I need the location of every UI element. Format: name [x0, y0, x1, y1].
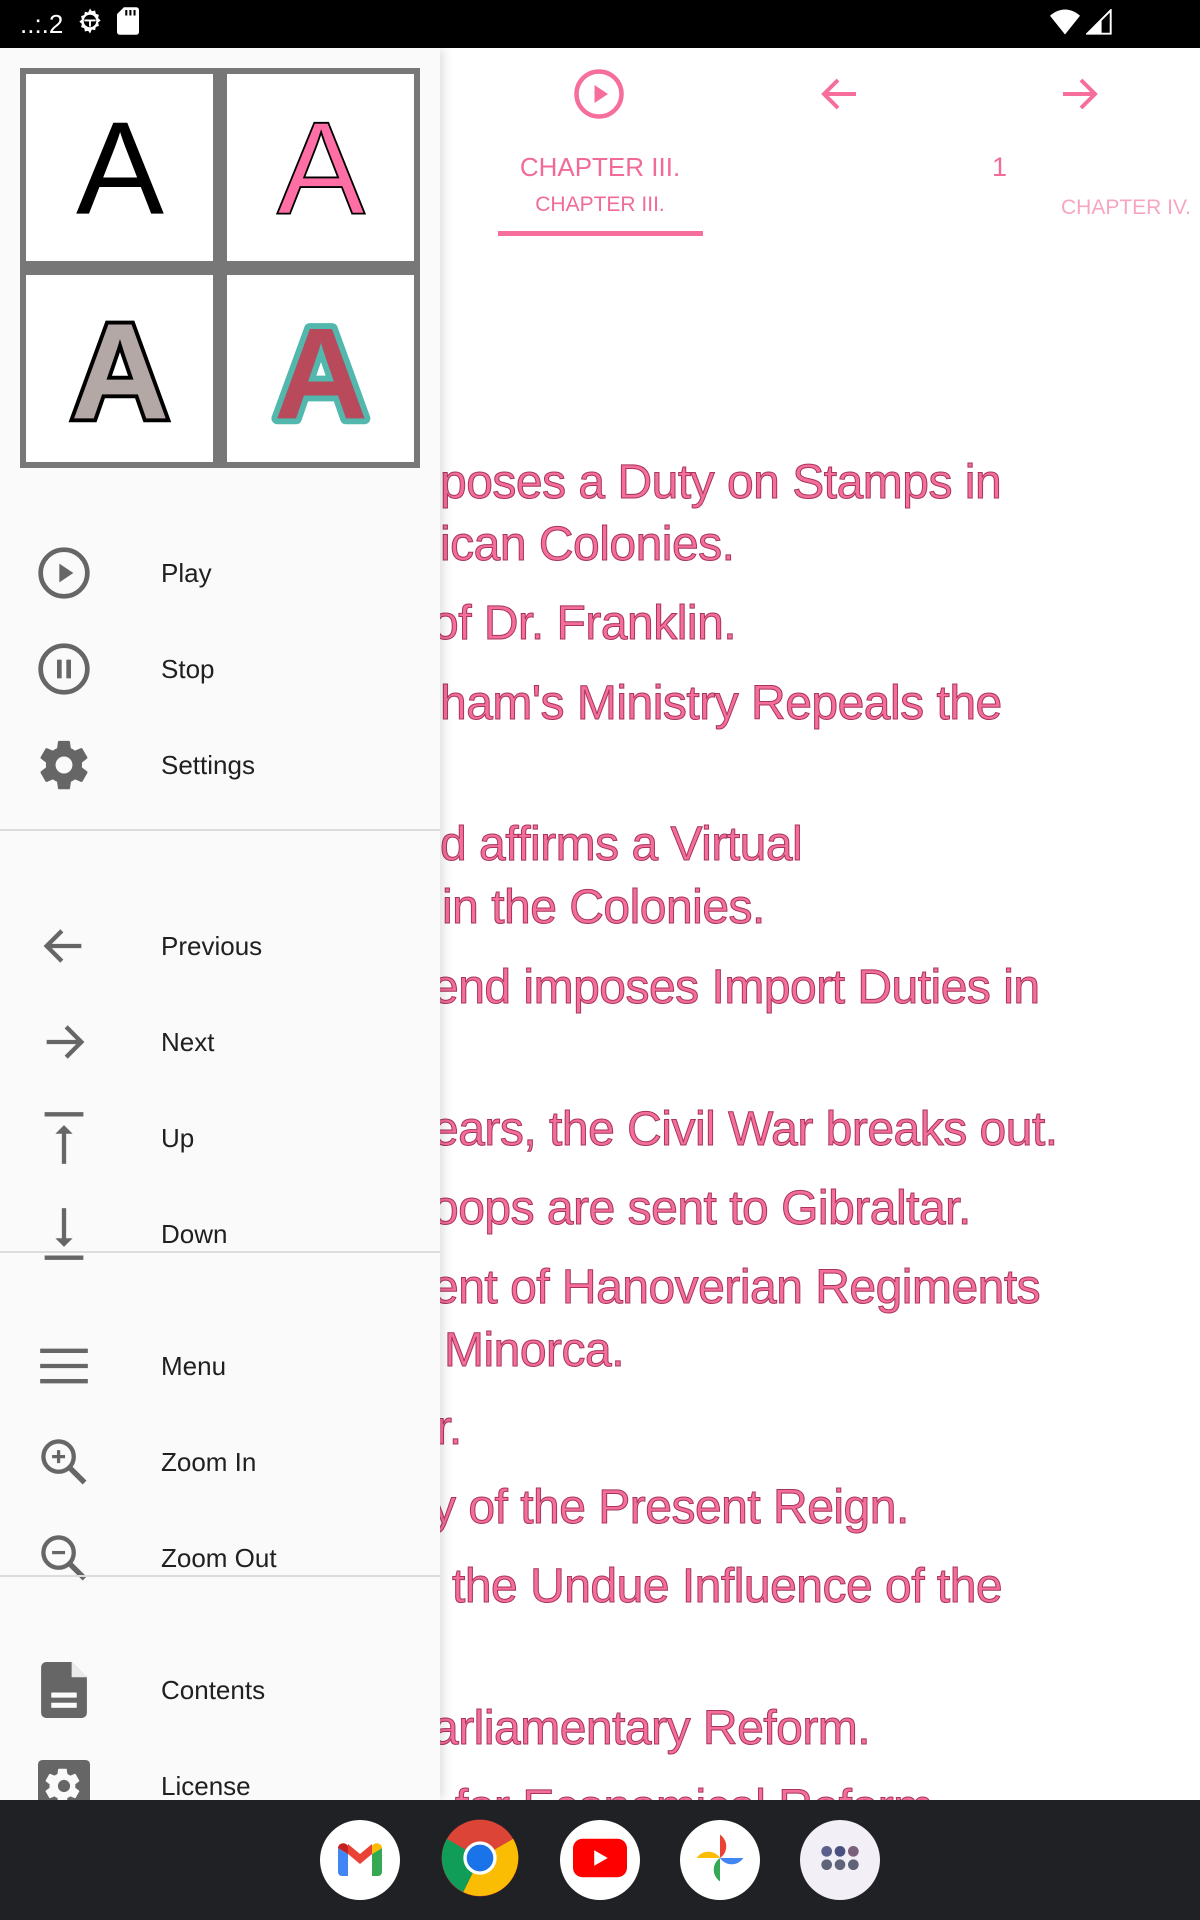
- menu-item-down[interactable]: Down: [0, 1186, 440, 1282]
- menu-item-label: Contents: [161, 1674, 266, 1705]
- menu-item-menu[interactable]: Menu: [0, 1318, 440, 1414]
- app-dock: [0, 1800, 1200, 1920]
- text-line: d affirms a Virtual: [439, 818, 803, 872]
- document-icon: [32, 1658, 96, 1722]
- app-grid-icon: [820, 1844, 860, 1877]
- text-line: in the Colonies.: [442, 881, 766, 935]
- gear-icon: [32, 733, 96, 797]
- menu-item-contents[interactable]: Contents: [0, 1642, 440, 1738]
- svg-text:A: A: [276, 108, 364, 228]
- svg-text:A: A: [274, 304, 368, 434]
- photos-icon: [692, 1830, 748, 1891]
- text-line: of Dr. Franklin.: [431, 597, 737, 651]
- text-line: l for Economical Reform.: [432, 1780, 947, 1801]
- previous-button[interactable]: [812, 68, 868, 124]
- dock-app-chrome[interactable]: [440, 1818, 520, 1903]
- text-line: poses a Duty on Stamps in: [439, 456, 1002, 510]
- tab-subtitle: CHAPTER III.: [535, 193, 665, 216]
- svg-text:A: A: [75, 108, 163, 228]
- status-text: ..:.2: [20, 8, 64, 39]
- menu-item-up[interactable]: Up: [0, 1090, 440, 1186]
- text-line: Minorca.: [443, 1324, 625, 1378]
- arrow-right-icon: [1055, 70, 1103, 123]
- menu-item-label: Next: [161, 1026, 215, 1057]
- status-bar: ..:.2: [0, 0, 1200, 48]
- play-circle-icon: [572, 67, 626, 126]
- text-line: ham's Ministry Repeals the: [440, 677, 1003, 731]
- arrow-right-icon: [32, 1010, 96, 1074]
- arrow-to-top-icon: [32, 1106, 96, 1170]
- hamburger-menu-icon: [32, 1334, 96, 1398]
- tab-chapter-iv[interactable]: CHAPTER IV.: [1061, 196, 1191, 220]
- menu-item-label: Play: [161, 557, 212, 588]
- dock-app-gmail[interactable]: [320, 1820, 400, 1900]
- zoom-out-icon: [32, 1526, 96, 1590]
- gmail-icon: [336, 1839, 384, 1882]
- text-line: the Undue Influence of the: [451, 1560, 1003, 1614]
- tab-chapter-iii[interactable]: CHAPTER III. CHAPTER III.: [498, 152, 702, 217]
- chrome-icon: [440, 1818, 520, 1903]
- menu-item-label: Zoom Out: [161, 1542, 277, 1573]
- font-glyph: A: [75, 108, 163, 228]
- font-glyph: A: [276, 108, 366, 228]
- font-style-plain[interactable]: A: [26, 74, 213, 261]
- arrow-left-icon: [32, 914, 96, 978]
- menu-item-zoom-out[interactable]: Zoom Out: [0, 1510, 440, 1606]
- page-number: 1: [992, 152, 1008, 182]
- dock-app-youtube[interactable]: [560, 1820, 640, 1900]
- youtube-icon: [573, 1838, 627, 1883]
- pause-circle-icon: [32, 637, 96, 701]
- drawer-divider: [0, 1251, 440, 1253]
- menu-item-stop[interactable]: Stop: [0, 621, 440, 717]
- play-button[interactable]: [571, 68, 627, 124]
- debug-icon: [75, 6, 105, 43]
- menu-item-next[interactable]: Next: [0, 994, 440, 1090]
- text-line: ent of Hanoverian Regiments: [431, 1261, 1041, 1315]
- text-line: oops are sent to Gibraltar.: [432, 1182, 972, 1236]
- arrow-left-icon: [816, 70, 864, 123]
- font-glyph: A: [268, 304, 374, 434]
- text-line: arliamentary Reform.: [431, 1702, 871, 1756]
- zoom-in-icon: [32, 1430, 96, 1494]
- menu-item-label: Stop: [161, 653, 215, 684]
- font-glyph: A: [66, 304, 172, 434]
- text-line: ican Colonies.: [440, 518, 736, 572]
- font-style-picker: A A A A: [20, 68, 420, 468]
- dock-app-drawer[interactable]: [800, 1820, 880, 1900]
- menu-item-label: Menu: [161, 1350, 227, 1381]
- play-circle-icon: [32, 541, 96, 605]
- arrow-to-bottom-icon: [32, 1202, 96, 1266]
- font-style-grey-outline[interactable]: A: [26, 275, 213, 462]
- active-tab-indicator: [498, 231, 703, 236]
- font-style-pink[interactable]: A: [227, 74, 414, 261]
- menu-item-label: Zoom In: [161, 1446, 257, 1477]
- menu-item-label: Settings: [161, 749, 255, 780]
- cellular-signal-icon: [1084, 7, 1112, 40]
- text-line: y of the Present Reign.: [432, 1481, 910, 1535]
- menu-item-play[interactable]: Play: [0, 525, 440, 621]
- menu-item-previous[interactable]: Previous: [0, 898, 440, 994]
- menu-item-settings[interactable]: Settings: [0, 717, 440, 813]
- drawer-divider: [0, 1575, 440, 1577]
- menu-item-label: Down: [161, 1218, 228, 1249]
- menu-item-zoom-in[interactable]: Zoom In: [0, 1414, 440, 1510]
- wifi-icon: [1050, 9, 1080, 40]
- menu-item-label: Previous: [161, 930, 263, 961]
- text-line: end imposes Import Duties in: [432, 961, 1041, 1015]
- navigation-drawer: A A A A Play Stop Settings Previous Next…: [0, 48, 440, 1812]
- menu-item-label: License: [161, 1770, 251, 1801]
- svg-text:A: A: [70, 304, 169, 434]
- menu-item-label: Up: [161, 1122, 195, 1153]
- sd-card-icon: [117, 6, 140, 42]
- text-line: ears, the Civil War breaks out.: [432, 1103, 1059, 1157]
- drawer-divider: [0, 829, 440, 831]
- tab-title: CHAPTER III.: [519, 152, 681, 182]
- dock-app-photos[interactable]: [680, 1820, 760, 1900]
- font-style-teal-outline[interactable]: A: [227, 275, 414, 462]
- next-button[interactable]: [1051, 68, 1107, 124]
